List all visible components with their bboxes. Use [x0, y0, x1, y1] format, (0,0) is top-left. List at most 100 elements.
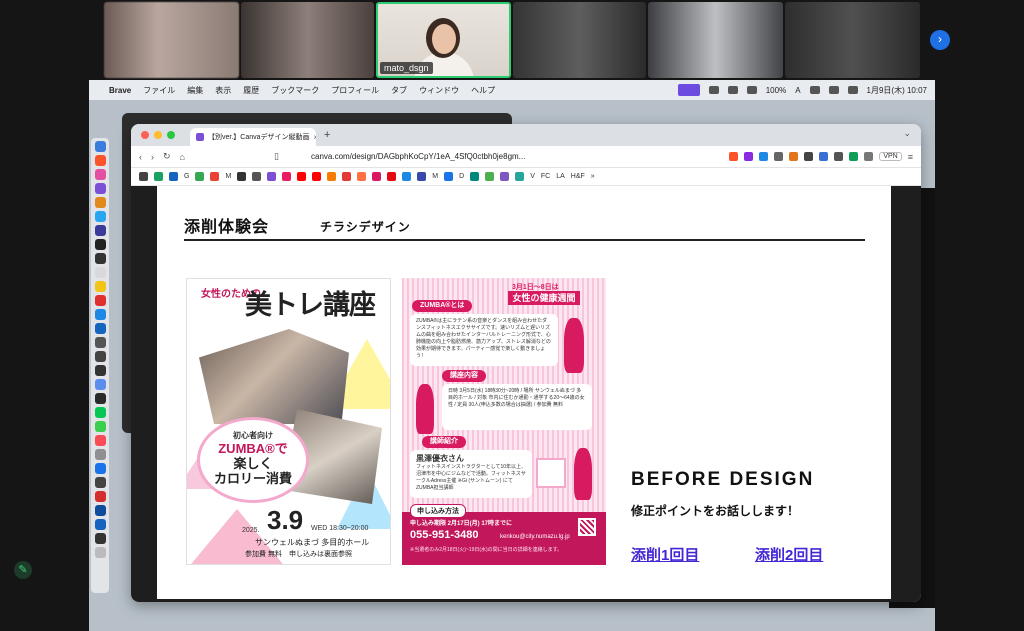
bookmark-icon[interactable] — [470, 172, 480, 181]
forward-icon[interactable]: › — [151, 152, 154, 162]
control-center-icon[interactable] — [847, 86, 858, 94]
bookmark-label[interactable]: D — [459, 173, 464, 180]
illustrator-icon[interactable] — [94, 197, 106, 208]
menu-history[interactable]: 履歴 — [243, 85, 259, 96]
flyer-back-image[interactable]: 3月1日～8日は 女性の健康週間 ZUMBA®とは ZUMBA®は主にラテン系の… — [402, 278, 606, 565]
revision-2-link[interactable]: 添削2回目 — [755, 544, 823, 565]
bookmark-icon[interactable] — [154, 172, 163, 181]
menu-edit[interactable]: 編集 — [187, 85, 203, 96]
brave-shields-icon[interactable] — [729, 152, 739, 161]
home-icon[interactable]: ⌂ — [180, 152, 185, 162]
menu-icon[interactable]: ≡ — [908, 152, 913, 162]
menu-file[interactable]: ファイル — [143, 85, 175, 96]
new-tab-button[interactable]: + — [324, 129, 330, 141]
menu-help[interactable]: ヘルプ — [471, 85, 495, 96]
app-icon[interactable] — [94, 519, 106, 530]
bookmark-icon[interactable] — [237, 172, 247, 181]
bookmark-label[interactable]: G — [184, 173, 189, 180]
settings-icon[interactable] — [94, 449, 106, 460]
bookmark-icon[interactable] — [357, 172, 367, 181]
focus-icon[interactable] — [746, 86, 757, 94]
menu-window[interactable]: ウィンドウ — [419, 85, 459, 96]
revision-1-link[interactable]: 添削1回目 — [631, 544, 699, 565]
app-icon[interactable] — [94, 169, 106, 180]
bookmark-icon[interactable] — [417, 172, 427, 181]
bookmark-icon[interactable] — [485, 172, 495, 181]
photoshop-icon[interactable] — [94, 211, 106, 222]
bookmark-icon[interactable] — [342, 172, 352, 181]
screen-share-icon[interactable] — [677, 84, 700, 96]
brave-icon[interactable] — [94, 155, 106, 166]
volume-icon[interactable] — [708, 86, 719, 94]
close-window-icon[interactable] — [141, 131, 149, 139]
vpn-button[interactable]: VPN — [879, 152, 902, 161]
app-icon[interactable] — [94, 393, 106, 404]
netflix-icon[interactable] — [387, 172, 397, 181]
app-icon[interactable] — [94, 365, 106, 376]
bookmark-label[interactable]: M — [225, 173, 231, 180]
bookmark-icon[interactable] — [402, 172, 412, 181]
youtube-icon[interactable] — [312, 172, 322, 181]
menu-tab[interactable]: タブ — [391, 85, 407, 96]
trash-icon[interactable] — [94, 547, 106, 558]
chevron-down-icon[interactable]: ⌄ — [903, 128, 911, 139]
messages-icon[interactable] — [94, 421, 106, 432]
bookmark-icon[interactable] — [139, 172, 148, 181]
reload-icon[interactable]: ↻ — [163, 151, 171, 162]
extension-icon[interactable] — [804, 152, 814, 161]
close-tab-icon[interactable]: × — [314, 133, 316, 142]
bookmark-folder-fc[interactable]: FC — [541, 173, 550, 180]
menubar-clock[interactable]: 1月9日(木) 10:07 — [867, 85, 927, 96]
bookmark-icon[interactable] — [267, 172, 277, 181]
bookmark-folder-la[interactable]: LA — [556, 173, 565, 180]
bookmark-icon[interactable] — [169, 172, 178, 181]
menu-bookmarks[interactable]: ブックマーク — [271, 85, 319, 96]
bookmark-icon[interactable]: ▯ — [274, 151, 279, 162]
capcut-icon[interactable] — [94, 253, 106, 264]
acrobat-icon[interactable] — [94, 491, 106, 502]
premiere-icon[interactable] — [94, 225, 106, 236]
brave-rewards-icon[interactable] — [744, 152, 754, 161]
app-icon[interactable] — [94, 477, 106, 488]
extension-icon[interactable] — [834, 152, 844, 161]
notes-icon[interactable] — [94, 267, 106, 278]
app-icon[interactable] — [94, 351, 106, 362]
bookmark-icon[interactable] — [500, 172, 510, 181]
extension-icon[interactable] — [774, 152, 784, 161]
battery-label[interactable]: 100% — [766, 86, 786, 95]
bookmark-icon[interactable] — [282, 172, 292, 181]
bookmark-icon[interactable] — [252, 172, 262, 181]
extension-icon[interactable] — [819, 152, 829, 161]
bookmark-label[interactable]: M — [432, 173, 438, 180]
bookmark-icon[interactable] — [444, 172, 454, 181]
bluetooth-icon[interactable] — [727, 86, 738, 94]
maximize-window-icon[interactable] — [167, 131, 175, 139]
bookmark-icon[interactable] — [515, 172, 525, 181]
app-icon[interactable] — [94, 295, 106, 306]
wifi-icon[interactable] — [809, 86, 820, 94]
extension-icon[interactable] — [849, 152, 859, 161]
app-icon[interactable] — [94, 379, 106, 390]
menu-app-name[interactable]: Brave — [109, 86, 131, 95]
app-icon[interactable] — [94, 533, 106, 544]
canva-icon[interactable] — [94, 183, 106, 194]
participant-tile[interactable] — [104, 2, 239, 78]
address-bar[interactable]: canva.com/design/DAGbphKoCpY/1eA_4SfQ0ct… — [311, 152, 525, 161]
keyboard-input-label[interactable]: A — [795, 86, 800, 95]
bookmarks-more-icon[interactable]: » — [591, 173, 595, 180]
finder-icon[interactable] — [94, 141, 106, 152]
participant-tile[interactable] — [240, 2, 374, 78]
music-icon[interactable] — [94, 435, 106, 446]
participant-tile[interactable] — [784, 2, 920, 78]
participant-tile[interactable] — [648, 2, 783, 78]
next-page-button[interactable]: › — [930, 30, 950, 50]
bookmark-folder-v[interactable]: V — [530, 173, 535, 180]
annotate-pencil-icon[interactable]: ✎ — [14, 561, 32, 579]
search-icon[interactable] — [828, 86, 839, 94]
app-icon[interactable] — [94, 323, 106, 334]
youtube-icon[interactable] — [297, 172, 307, 181]
app-icon[interactable] — [94, 281, 106, 292]
line-icon[interactable] — [94, 407, 106, 418]
participant-tile[interactable] — [513, 2, 646, 78]
app-icon[interactable] — [94, 337, 106, 348]
